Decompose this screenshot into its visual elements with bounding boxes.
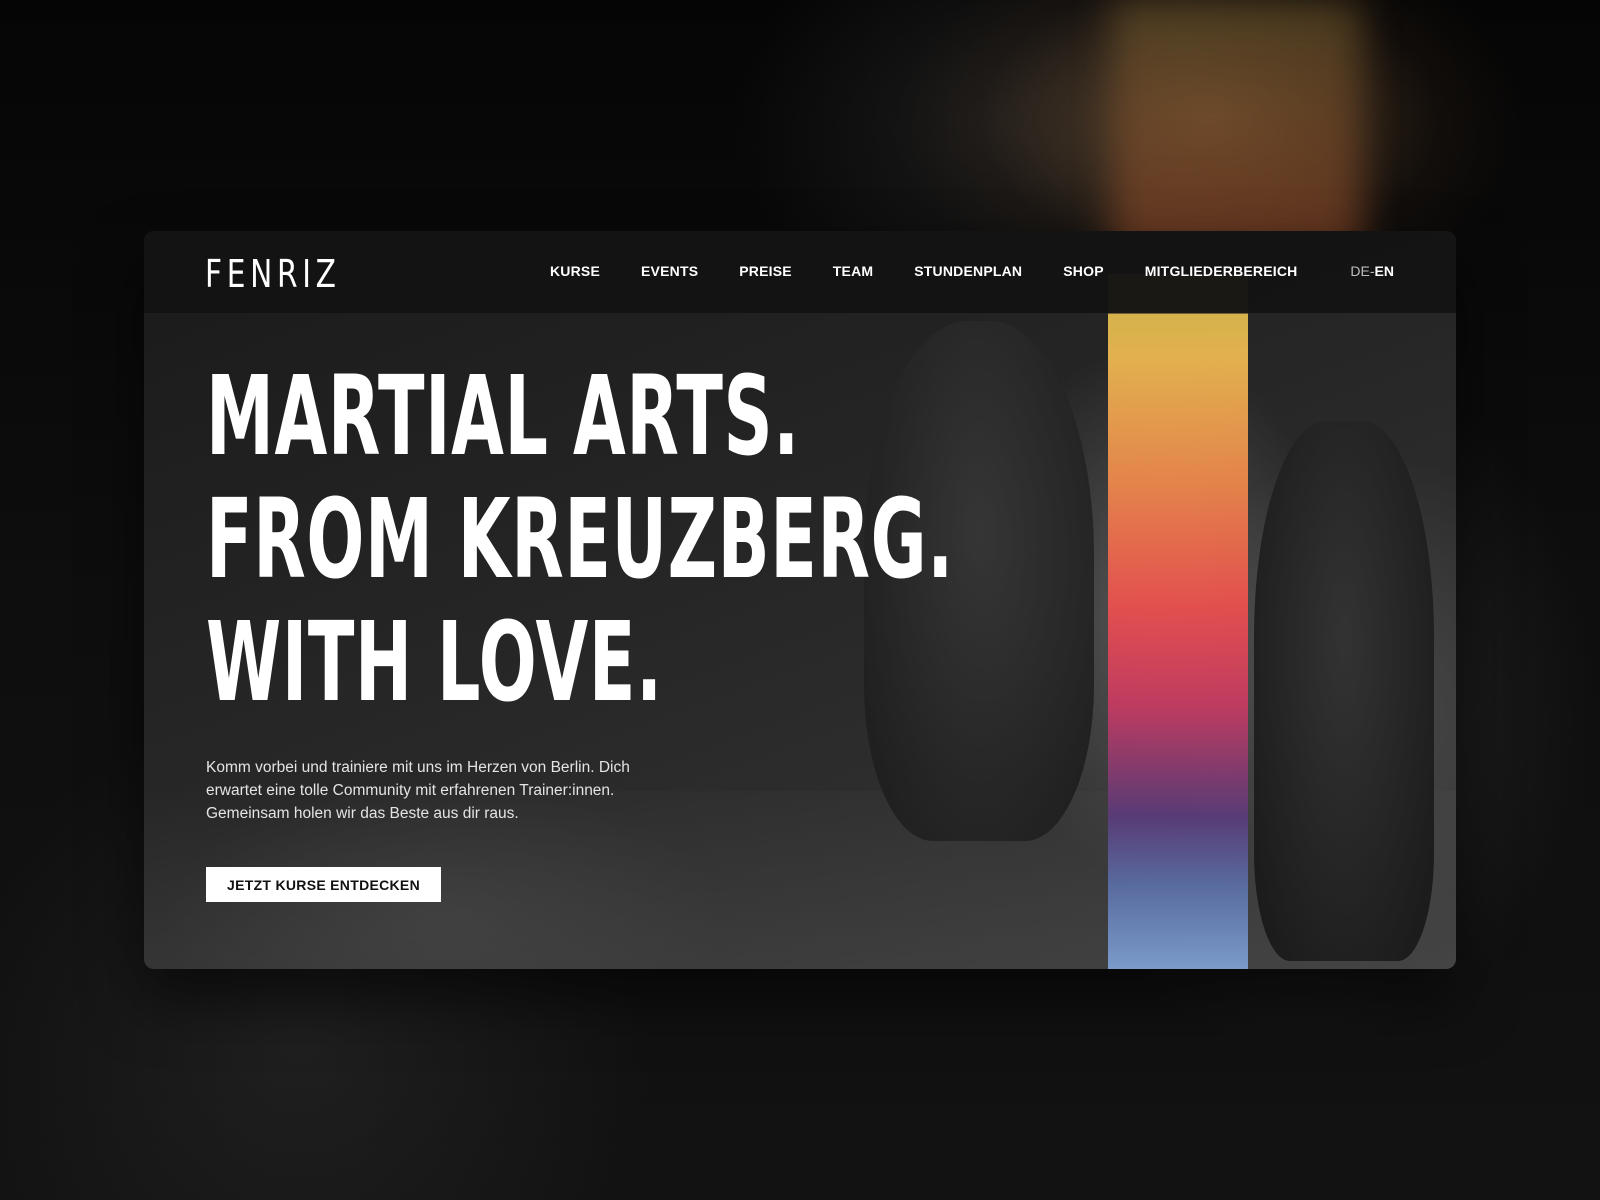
accent-gradient-bar xyxy=(1108,274,1248,969)
headline-line-3: WITH LOVE. xyxy=(206,598,663,726)
nav-item-stundenplan[interactable]: STUNDENPLAN xyxy=(914,263,1022,279)
hero-photo-fighter-right xyxy=(1254,421,1434,961)
hero-headline: MARTIAL ARTS. FROM KREUZBERG. WITH LOVE. xyxy=(206,355,954,724)
nav-item-shop[interactable]: SHOP xyxy=(1063,263,1103,279)
language-de[interactable]: DE xyxy=(1350,263,1369,279)
backdrop-color-glow xyxy=(1112,0,1362,260)
nav-menu: KURSE EVENTS PREISE TEAM STUNDENPLAN SHO… xyxy=(550,263,1338,279)
discover-courses-button[interactable]: JETZT KURSE ENTDECKEN xyxy=(206,867,441,902)
headline-line-2: FROM KREUZBERG. xyxy=(206,475,954,603)
nav-item-events[interactable]: EVENTS xyxy=(641,263,698,279)
nav-item-preise[interactable]: PREISE xyxy=(739,263,792,279)
language-en[interactable]: EN xyxy=(1375,263,1394,279)
headline-line-1: MARTIAL ARTS. xyxy=(206,352,800,480)
nav-item-mitgliederbereich[interactable]: MITGLIEDERBEREICH xyxy=(1145,263,1298,279)
language-switcher: DE-EN xyxy=(1350,263,1394,279)
nav-item-kurse[interactable]: KURSE xyxy=(550,263,600,279)
top-navigation: FENRIZ KURSE EVENTS PREISE TEAM STUNDENP… xyxy=(144,231,1456,313)
website-card: FENRIZ KURSE EVENTS PREISE TEAM STUNDENP… xyxy=(144,231,1456,969)
brand-logo[interactable]: FENRIZ xyxy=(205,252,341,296)
hero-intro-text: Komm vorbei und trainiere mit uns im Her… xyxy=(206,759,630,822)
nav-item-team[interactable]: TEAM xyxy=(833,263,873,279)
